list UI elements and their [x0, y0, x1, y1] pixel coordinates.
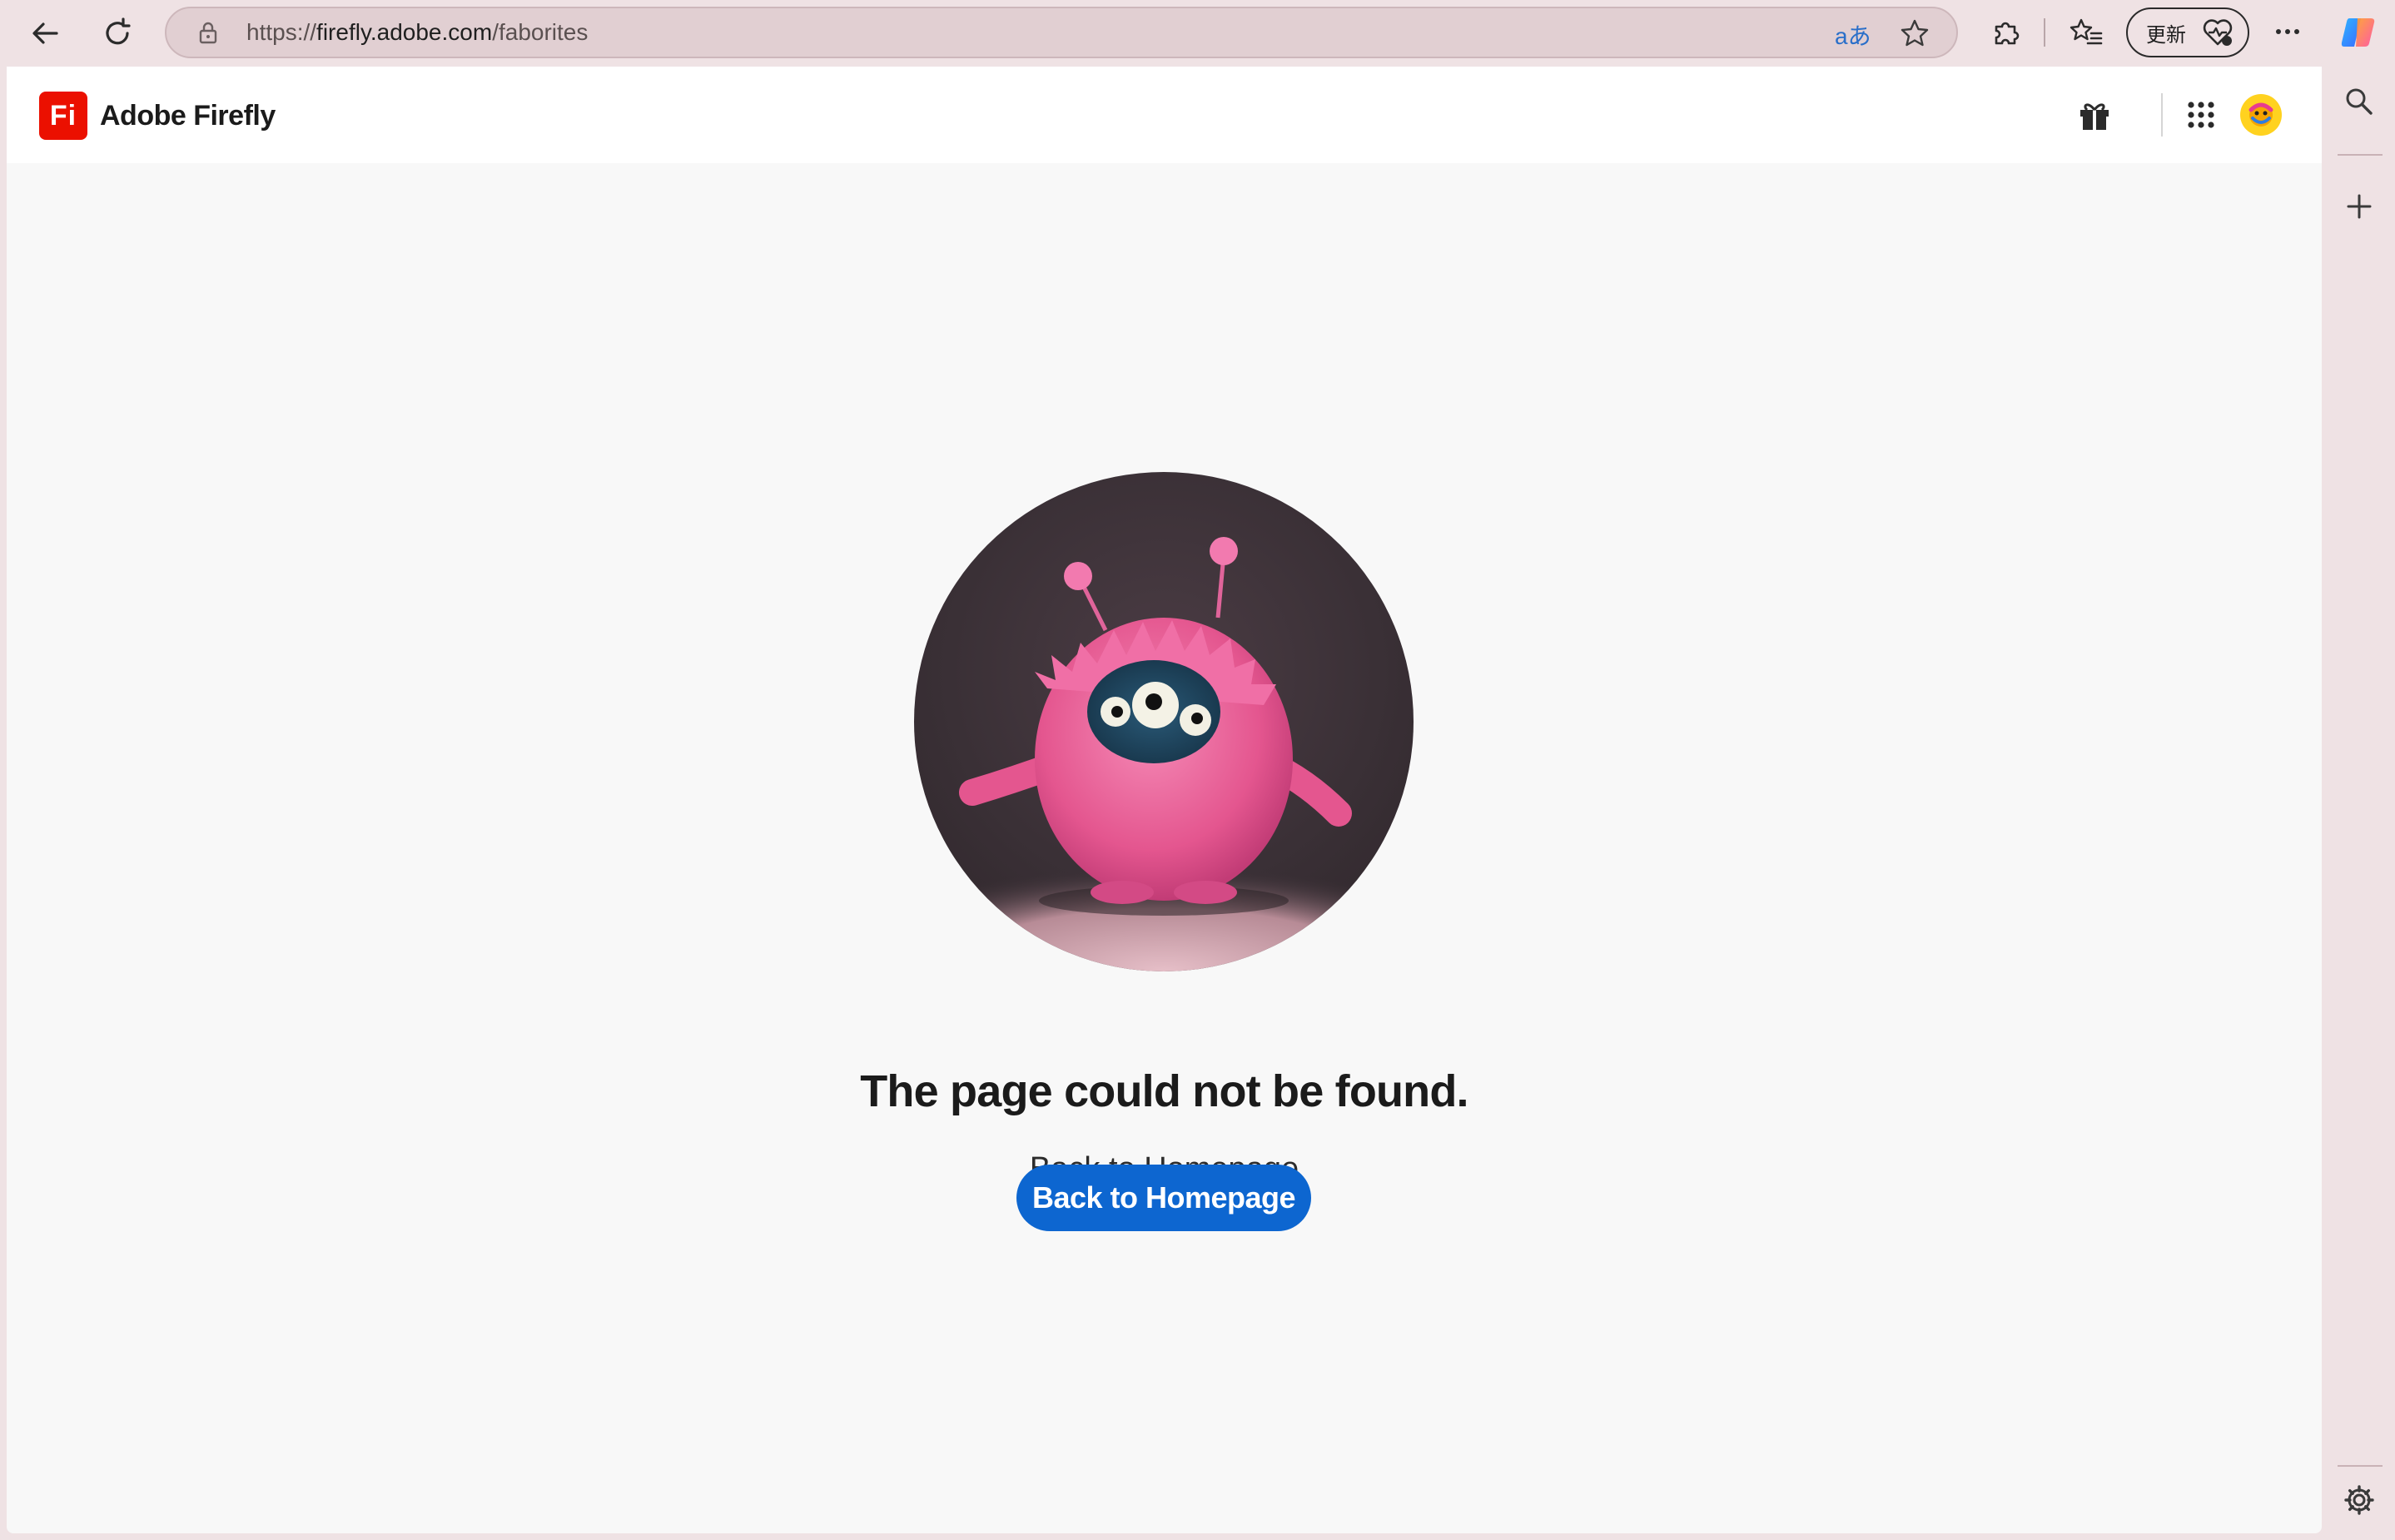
url-scheme: https://: [246, 19, 317, 45]
app-switcher-grid-icon[interactable]: [2186, 100, 2216, 130]
update-button[interactable]: 更新: [2126, 7, 2249, 57]
update-label: 更新: [2146, 23, 2186, 47]
app-name[interactable]: Adobe Firefly: [100, 92, 276, 140]
user-avatar[interactable]: [2239, 93, 2283, 137]
page-viewport: Fi Adobe Firefly The page could not be f…: [7, 67, 2322, 1533]
url-path: /faborites: [492, 19, 589, 45]
more-options-icon[interactable]: [2273, 22, 2303, 42]
address-bar[interactable]: https://firefly.adobe.com/faborites aあ: [165, 7, 1958, 58]
settings-gear-icon[interactable]: [2343, 1483, 2376, 1517]
gift-icon[interactable]: [2077, 98, 2112, 133]
page-title: The page could not be found.: [860, 1066, 1468, 1116]
favorite-star-icon[interactable]: [1900, 18, 1930, 48]
refresh-button[interactable]: [96, 12, 139, 55]
browser-toolbar: https://firefly.adobe.com/faborites aあ 更…: [0, 0, 2395, 65]
search-icon[interactable]: [2343, 85, 2376, 118]
url-text[interactable]: https://firefly.adobe.com/faborites: [246, 8, 588, 57]
sidebar-divider: [2338, 154, 2383, 156]
header-divider: [2161, 93, 2163, 137]
browser-sidebar: [2323, 67, 2395, 1540]
pink-monster-image: [914, 537, 1414, 971]
url-host: firefly.adobe.com: [316, 19, 493, 45]
firefly-logo[interactable]: Fi: [39, 92, 87, 140]
extensions-puzzle-icon[interactable]: [1990, 17, 2021, 48]
back-button[interactable]: [23, 12, 67, 55]
refresh-icon: [106, 17, 131, 45]
back-to-homepage-button[interactable]: Back to Homepage: [1016, 1165, 1311, 1231]
sidebar-divider-bottom: [2338, 1465, 2383, 1467]
copilot-icon[interactable]: [2339, 13, 2378, 52]
favorites-list-icon[interactable]: [2070, 17, 2103, 48]
heart-pulse-icon: [2203, 19, 2233, 46]
toolbar-divider: [2044, 18, 2045, 47]
app-header: Fi Adobe Firefly: [7, 67, 2322, 163]
lock-icon[interactable]: [196, 21, 220, 46]
back-arrow-icon: [32, 22, 58, 44]
add-icon[interactable]: [2344, 191, 2374, 221]
monster-illustration: [914, 472, 1414, 971]
translate-icon[interactable]: aあ: [1835, 18, 1871, 52]
